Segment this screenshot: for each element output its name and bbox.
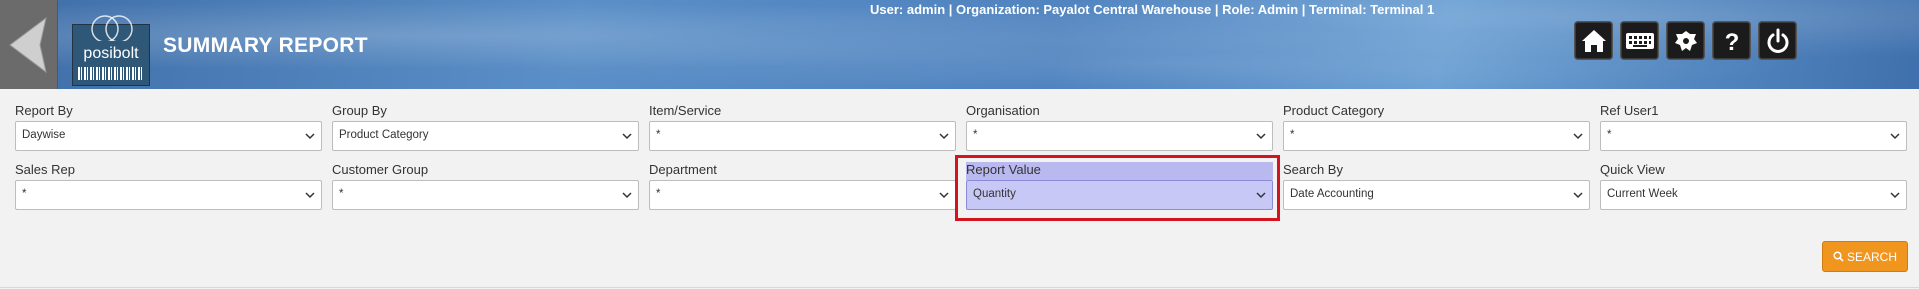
sales-rep-field: Sales Rep * bbox=[15, 162, 322, 210]
group-by-field: Group By Product Category bbox=[332, 103, 639, 151]
chevron-down-icon bbox=[305, 133, 315, 140]
customer-group-select[interactable]: * bbox=[332, 180, 639, 210]
quick-view-field: Quick View Current Week bbox=[1600, 162, 1907, 210]
chevron-down-icon bbox=[305, 192, 315, 199]
chevron-down-icon bbox=[622, 192, 632, 199]
department-label: Department bbox=[649, 162, 717, 177]
help-button[interactable]: ? bbox=[1712, 21, 1751, 60]
help-icon: ? bbox=[1724, 29, 1739, 55]
header-toolbar: ? bbox=[1574, 21, 1797, 60]
item-service-value: * bbox=[656, 129, 661, 141]
report-by-select[interactable]: Daywise bbox=[15, 121, 322, 151]
chevron-down-icon bbox=[1890, 192, 1900, 199]
report-by-value: Daywise bbox=[22, 129, 66, 141]
page-title: SUMMARY REPORT bbox=[163, 34, 368, 57]
product-category-field: Product Category * bbox=[1283, 103, 1590, 151]
user-info: User: admin | Organization: Payalot Cent… bbox=[870, 2, 1435, 17]
customer-group-label: Customer Group bbox=[332, 162, 429, 177]
group-by-value: Product Category bbox=[339, 129, 429, 141]
organisation-select[interactable]: * bbox=[966, 121, 1273, 151]
department-field: Department * bbox=[649, 162, 956, 210]
barcode-graphic bbox=[78, 67, 144, 80]
svg-text:?: ? bbox=[1724, 29, 1739, 55]
home-icon bbox=[1581, 29, 1606, 52]
settings-button[interactable] bbox=[1666, 21, 1705, 60]
logo-rings-icon bbox=[91, 15, 133, 41]
customer-group-field: Customer Group * bbox=[332, 162, 639, 210]
ref-user1-select[interactable]: * bbox=[1600, 121, 1907, 151]
organisation-field: Organisation * bbox=[966, 103, 1273, 151]
search-icon bbox=[1833, 251, 1844, 262]
back-button[interactable] bbox=[0, 0, 58, 89]
item-service-select[interactable]: * bbox=[649, 121, 956, 151]
quick-view-select[interactable]: Current Week bbox=[1600, 180, 1907, 210]
chevron-down-icon bbox=[1573, 192, 1583, 199]
search-by-select[interactable]: Date Accounting bbox=[1283, 180, 1590, 210]
sales-rep-label: Sales Rep bbox=[15, 162, 75, 177]
search-button-label: SEARCH bbox=[1846, 249, 1897, 264]
divider bbox=[0, 287, 1919, 288]
customer-group-value: * bbox=[339, 188, 344, 200]
power-button[interactable] bbox=[1758, 21, 1797, 60]
search-by-value: Date Accounting bbox=[1290, 188, 1374, 200]
search-by-label: Search By bbox=[1283, 162, 1343, 177]
chevron-down-icon bbox=[1890, 133, 1900, 140]
back-arrow-icon bbox=[9, 16, 47, 74]
chevron-down-icon bbox=[1256, 133, 1266, 140]
ref-user1-field: Ref User1 * bbox=[1600, 103, 1907, 151]
group-by-label: Group By bbox=[332, 103, 387, 118]
product-category-value: * bbox=[1290, 129, 1295, 141]
chevron-down-icon bbox=[1573, 133, 1583, 140]
app-header: posibolt SUMMARY REPORT User: admin | Or… bbox=[0, 0, 1919, 89]
ref-user1-label: Ref User1 bbox=[1600, 103, 1659, 118]
keyboard-icon bbox=[1625, 32, 1654, 49]
ref-user1-value: * bbox=[1607, 129, 1612, 141]
home-button[interactable] bbox=[1574, 21, 1613, 60]
focus-highlight-box bbox=[955, 155, 1280, 221]
sales-rep-value: * bbox=[22, 188, 27, 200]
organisation-value: * bbox=[973, 129, 978, 141]
keyboard-button[interactable] bbox=[1620, 21, 1659, 60]
department-value: * bbox=[656, 188, 661, 200]
search-by-field: Search By Date Accounting bbox=[1283, 162, 1590, 210]
posibolt-logo: posibolt bbox=[72, 15, 150, 86]
chevron-down-icon bbox=[622, 133, 632, 140]
report-by-field: Report By Daywise bbox=[15, 103, 322, 151]
group-by-select[interactable]: Product Category bbox=[332, 121, 639, 151]
report-by-label: Report By bbox=[15, 103, 73, 118]
chevron-down-icon bbox=[939, 133, 949, 140]
search-button[interactable]: SEARCH bbox=[1822, 241, 1908, 272]
item-service-field: Item/Service * bbox=[649, 103, 956, 151]
department-select[interactable]: * bbox=[649, 180, 956, 210]
product-category-label: Product Category bbox=[1283, 103, 1385, 118]
organisation-label: Organisation bbox=[966, 103, 1040, 118]
chevron-down-icon bbox=[939, 192, 949, 199]
quick-view-value: Current Week bbox=[1607, 188, 1678, 200]
item-service-label: Item/Service bbox=[649, 103, 722, 118]
sales-rep-select[interactable]: * bbox=[15, 180, 322, 210]
quick-view-label: Quick View bbox=[1600, 162, 1665, 177]
product-category-select[interactable]: * bbox=[1283, 121, 1590, 151]
power-icon bbox=[1767, 28, 1788, 53]
logo-text: posibolt bbox=[83, 45, 139, 62]
settings-icon bbox=[1674, 30, 1697, 51]
